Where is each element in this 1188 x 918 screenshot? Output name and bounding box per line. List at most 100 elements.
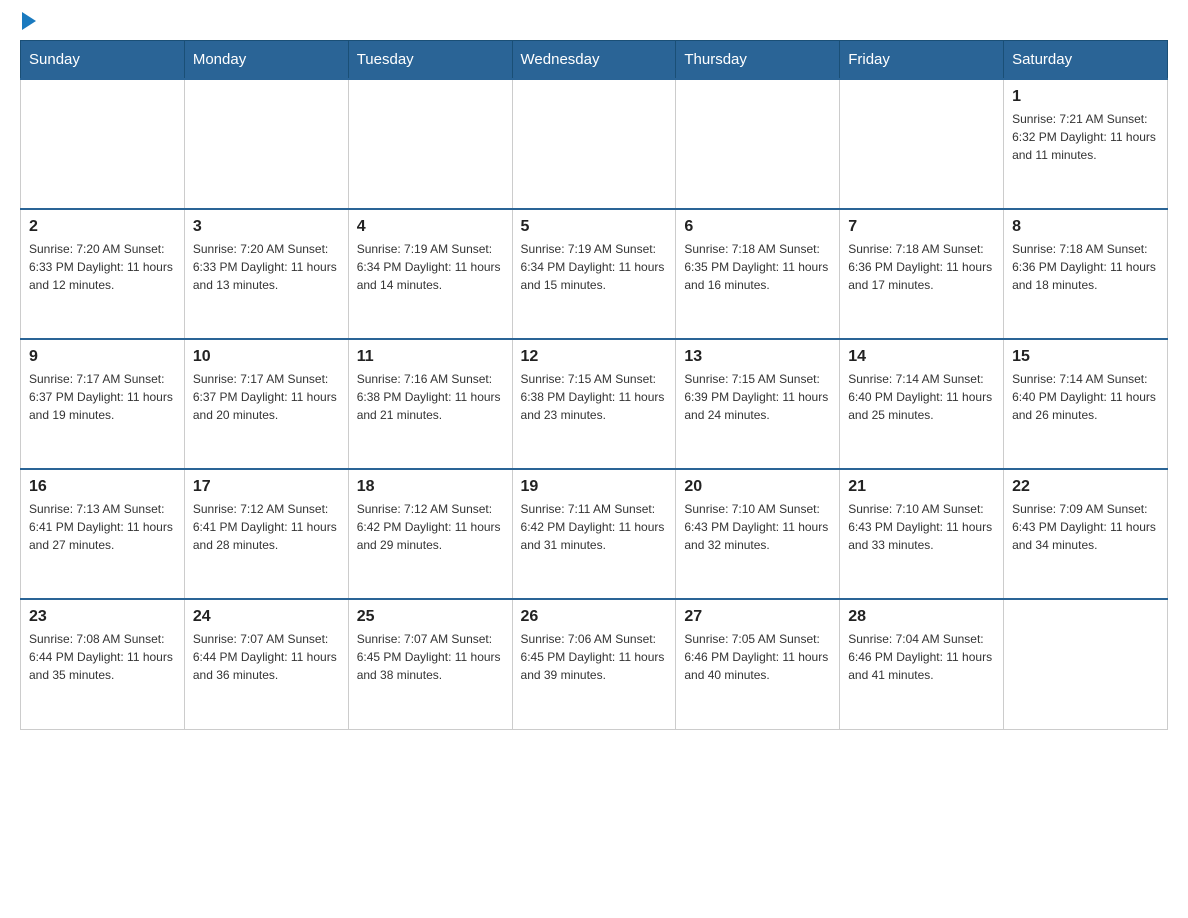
day-info: Sunrise: 7:14 AM Sunset: 6:40 PM Dayligh… xyxy=(1012,370,1159,424)
day-info: Sunrise: 7:07 AM Sunset: 6:45 PM Dayligh… xyxy=(357,630,504,684)
day-info: Sunrise: 7:20 AM Sunset: 6:33 PM Dayligh… xyxy=(193,240,340,294)
calendar-cell: 12Sunrise: 7:15 AM Sunset: 6:38 PM Dayli… xyxy=(512,339,676,469)
calendar-cell: 3 Sunrise: 7:20 AM Sunset: 6:33 PM Daylig… xyxy=(184,209,348,339)
day-number: 14 xyxy=(848,348,995,366)
calendar-week-4: 16 Sunrise: 7:13 AM Sunset: 6:41 PM Dayli… xyxy=(21,469,1168,599)
day-number: 2 xyxy=(29,218,176,236)
calendar-cell: 14 Sunrise: 7:14 AM Sunset: 6:40 PM Dayli… xyxy=(840,339,1004,469)
day-number: 25 xyxy=(357,608,504,626)
day-info: Sunrise: 7:21 AM Sunset: 6:32 PM Dayligh… xyxy=(1012,110,1159,164)
calendar-cell: 19 Sunrise: 7:11 AM Sunset: 6:42 PM Dayli… xyxy=(512,469,676,599)
page-header xyxy=(20,20,1168,30)
calendar-cell: 15 Sunrise: 7:14 AM Sunset: 6:40 PM Dayli… xyxy=(1004,339,1168,469)
weekday-header-wednesday: Wednesday xyxy=(512,41,676,80)
calendar-week-2: 2 Sunrise: 7:20 AM Sunset: 6:33 PM Daylig… xyxy=(21,209,1168,339)
calendar-cell: 20Sunrise: 7:10 AM Sunset: 6:43 PM Dayli… xyxy=(676,469,840,599)
weekday-header-monday: Monday xyxy=(184,41,348,80)
day-info: Sunrise: 7:11 AM Sunset: 6:42 PM Dayligh… xyxy=(521,500,668,554)
weekday-header-thursday: Thursday xyxy=(676,41,840,80)
day-number: 1 xyxy=(1012,88,1159,106)
logo xyxy=(20,20,36,30)
day-info: Sunrise: 7:12 AM Sunset: 6:42 PM Dayligh… xyxy=(357,500,504,554)
day-number: 4 xyxy=(357,218,504,236)
day-number: 10 xyxy=(193,348,340,366)
calendar-table: SundayMondayTuesdayWednesdayThursdayFrid… xyxy=(20,40,1168,730)
day-number: 13 xyxy=(684,348,831,366)
calendar-week-3: 9 Sunrise: 7:17 AM Sunset: 6:37 PM Daylig… xyxy=(21,339,1168,469)
weekday-header-sunday: Sunday xyxy=(21,41,185,80)
day-info: Sunrise: 7:13 AM Sunset: 6:41 PM Dayligh… xyxy=(29,500,176,554)
day-info: Sunrise: 7:19 AM Sunset: 6:34 PM Dayligh… xyxy=(357,240,504,294)
weekday-header-tuesday: Tuesday xyxy=(348,41,512,80)
day-number: 19 xyxy=(521,478,668,496)
day-info: Sunrise: 7:05 AM Sunset: 6:46 PM Dayligh… xyxy=(684,630,831,684)
day-info: Sunrise: 7:09 AM Sunset: 6:43 PM Dayligh… xyxy=(1012,500,1159,554)
day-number: 3 xyxy=(193,218,340,236)
day-info: Sunrise: 7:08 AM Sunset: 6:44 PM Dayligh… xyxy=(29,630,176,684)
day-number: 11 xyxy=(357,348,504,366)
day-number: 9 xyxy=(29,348,176,366)
calendar-cell: 25 Sunrise: 7:07 AM Sunset: 6:45 PM Dayli… xyxy=(348,599,512,729)
calendar-cell: 4 Sunrise: 7:19 AM Sunset: 6:34 PM Daylig… xyxy=(348,209,512,339)
day-info: Sunrise: 7:14 AM Sunset: 6:40 PM Dayligh… xyxy=(848,370,995,424)
calendar-week-5: 23Sunrise: 7:08 AM Sunset: 6:44 PM Dayli… xyxy=(21,599,1168,729)
calendar-cell: 17 Sunrise: 7:12 AM Sunset: 6:41 PM Dayli… xyxy=(184,469,348,599)
calendar-cell: 18 Sunrise: 7:12 AM Sunset: 6:42 PM Dayli… xyxy=(348,469,512,599)
day-number: 7 xyxy=(848,218,995,236)
day-number: 22 xyxy=(1012,478,1159,496)
day-number: 27 xyxy=(684,608,831,626)
day-info: Sunrise: 7:18 AM Sunset: 6:35 PM Dayligh… xyxy=(684,240,831,294)
calendar-cell xyxy=(840,79,1004,209)
day-info: Sunrise: 7:18 AM Sunset: 6:36 PM Dayligh… xyxy=(848,240,995,294)
day-number: 17 xyxy=(193,478,340,496)
calendar-cell: 13 Sunrise: 7:15 AM Sunset: 6:39 PM Dayli… xyxy=(676,339,840,469)
day-info: Sunrise: 7:07 AM Sunset: 6:44 PM Dayligh… xyxy=(193,630,340,684)
day-info: Sunrise: 7:16 AM Sunset: 6:38 PM Dayligh… xyxy=(357,370,504,424)
day-number: 12 xyxy=(521,348,668,366)
calendar-cell: 7 Sunrise: 7:18 AM Sunset: 6:36 PM Daylig… xyxy=(840,209,1004,339)
day-number: 21 xyxy=(848,478,995,496)
day-number: 16 xyxy=(29,478,176,496)
calendar-cell: 22 Sunrise: 7:09 AM Sunset: 6:43 PM Dayli… xyxy=(1004,469,1168,599)
day-number: 28 xyxy=(848,608,995,626)
calendar-cell: 21Sunrise: 7:10 AM Sunset: 6:43 PM Dayli… xyxy=(840,469,1004,599)
day-info: Sunrise: 7:15 AM Sunset: 6:39 PM Dayligh… xyxy=(684,370,831,424)
calendar-cell xyxy=(21,79,185,209)
day-info: Sunrise: 7:17 AM Sunset: 6:37 PM Dayligh… xyxy=(29,370,176,424)
calendar-cell: 5 Sunrise: 7:19 AM Sunset: 6:34 PM Daylig… xyxy=(512,209,676,339)
calendar-cell xyxy=(676,79,840,209)
day-info: Sunrise: 7:06 AM Sunset: 6:45 PM Dayligh… xyxy=(521,630,668,684)
calendar-week-1: 1 Sunrise: 7:21 AM Sunset: 6:32 PM Daylig… xyxy=(21,79,1168,209)
day-info: Sunrise: 7:04 AM Sunset: 6:46 PM Dayligh… xyxy=(848,630,995,684)
day-number: 6 xyxy=(684,218,831,236)
day-info: Sunrise: 7:19 AM Sunset: 6:34 PM Dayligh… xyxy=(521,240,668,294)
calendar-cell: 28 Sunrise: 7:04 AM Sunset: 6:46 PM Dayli… xyxy=(840,599,1004,729)
day-number: 8 xyxy=(1012,218,1159,236)
calendar-header-row: SundayMondayTuesdayWednesdayThursdayFrid… xyxy=(21,41,1168,80)
calendar-cell: 9 Sunrise: 7:17 AM Sunset: 6:37 PM Daylig… xyxy=(21,339,185,469)
day-number: 15 xyxy=(1012,348,1159,366)
day-info: Sunrise: 7:20 AM Sunset: 6:33 PM Dayligh… xyxy=(29,240,176,294)
calendar-cell: 6 Sunrise: 7:18 AM Sunset: 6:35 PM Daylig… xyxy=(676,209,840,339)
calendar-cell: 24 Sunrise: 7:07 AM Sunset: 6:44 PM Dayli… xyxy=(184,599,348,729)
calendar-cell: 26 Sunrise: 7:06 AM Sunset: 6:45 PM Dayli… xyxy=(512,599,676,729)
calendar-cell: 1 Sunrise: 7:21 AM Sunset: 6:32 PM Daylig… xyxy=(1004,79,1168,209)
calendar-cell: 23Sunrise: 7:08 AM Sunset: 6:44 PM Dayli… xyxy=(21,599,185,729)
day-info: Sunrise: 7:12 AM Sunset: 6:41 PM Dayligh… xyxy=(193,500,340,554)
calendar-cell xyxy=(184,79,348,209)
calendar-cell: 2 Sunrise: 7:20 AM Sunset: 6:33 PM Daylig… xyxy=(21,209,185,339)
calendar-cell: 8 Sunrise: 7:18 AM Sunset: 6:36 PM Daylig… xyxy=(1004,209,1168,339)
day-number: 5 xyxy=(521,218,668,236)
day-number: 24 xyxy=(193,608,340,626)
calendar-cell xyxy=(512,79,676,209)
day-info: Sunrise: 7:10 AM Sunset: 6:43 PM Dayligh… xyxy=(684,500,831,554)
calendar-cell: 16 Sunrise: 7:13 AM Sunset: 6:41 PM Dayli… xyxy=(21,469,185,599)
day-number: 26 xyxy=(521,608,668,626)
weekday-header-saturday: Saturday xyxy=(1004,41,1168,80)
day-info: Sunrise: 7:18 AM Sunset: 6:36 PM Dayligh… xyxy=(1012,240,1159,294)
calendar-cell: 27 Sunrise: 7:05 AM Sunset: 6:46 PM Dayli… xyxy=(676,599,840,729)
day-number: 18 xyxy=(357,478,504,496)
calendar-cell xyxy=(348,79,512,209)
weekday-header-friday: Friday xyxy=(840,41,1004,80)
day-info: Sunrise: 7:17 AM Sunset: 6:37 PM Dayligh… xyxy=(193,370,340,424)
